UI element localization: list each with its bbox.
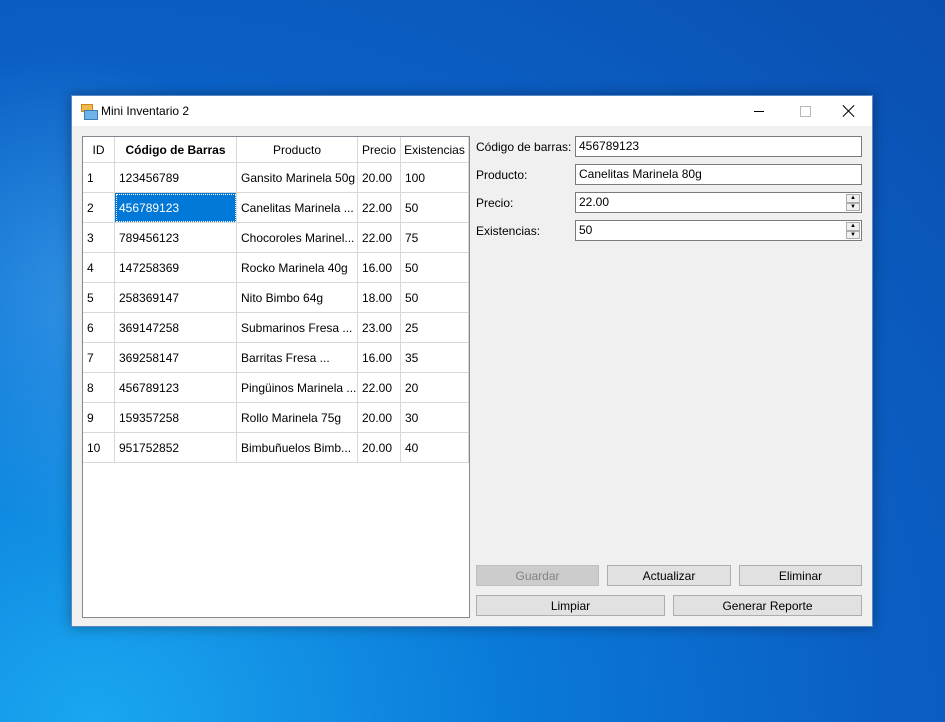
table-row[interactable]: 1 123456789 Gansito Marinela 50g 20.00 100 bbox=[83, 163, 469, 193]
cell-barcode[interactable]: 789456123 bbox=[115, 223, 237, 253]
cell-barcode[interactable]: 456789123 bbox=[115, 373, 237, 403]
cell-barcode[interactable]: 258369147 bbox=[115, 283, 237, 313]
cell-product[interactable]: Chocoroles Marinel... bbox=[237, 223, 358, 253]
table-row[interactable]: 9 159357258 Rollo Marinela 75g 20.00 30 bbox=[83, 403, 469, 433]
product-label: Producto: bbox=[476, 168, 528, 182]
cell-price[interactable]: 18.00 bbox=[358, 283, 401, 313]
table-row[interactable]: 2 456789123 Canelitas Marinela ... 22.00 50 bbox=[83, 193, 469, 223]
cell-id[interactable]: 5 bbox=[83, 283, 115, 313]
app-window: Mini Inventario 2 ID Código de Barras Pr… bbox=[71, 95, 873, 627]
header-id[interactable]: ID bbox=[83, 137, 115, 163]
delete-button[interactable]: Eliminar bbox=[739, 565, 862, 586]
cell-barcode[interactable]: 369147258 bbox=[115, 313, 237, 343]
table-row[interactable]: 10 951752852 Bimbuñuelos Bimb... 20.00 40 bbox=[83, 433, 469, 463]
cell-product[interactable]: Submarinos Fresa ... bbox=[237, 313, 358, 343]
save-button[interactable]: Guardar bbox=[476, 565, 599, 586]
cell-barcode[interactable]: 951752852 bbox=[115, 433, 237, 463]
header-product[interactable]: Producto bbox=[237, 137, 358, 163]
maximize-icon bbox=[799, 105, 811, 117]
cell-id[interactable]: 2 bbox=[83, 193, 115, 223]
cell-id[interactable]: 7 bbox=[83, 343, 115, 373]
stock-stepper[interactable]: 50 ▲ ▼ bbox=[575, 220, 862, 241]
cell-price[interactable]: 22.00 bbox=[358, 193, 401, 223]
cell-barcode[interactable]: 159357258 bbox=[115, 403, 237, 433]
cell-price[interactable]: 22.00 bbox=[358, 373, 401, 403]
report-button[interactable]: Generar Reporte bbox=[673, 595, 862, 616]
price-value: 22.00 bbox=[579, 195, 610, 209]
cell-barcode[interactable]: 369258147 bbox=[115, 343, 237, 373]
maximize-button[interactable] bbox=[782, 96, 828, 126]
title-bar[interactable]: Mini Inventario 2 bbox=[72, 96, 872, 126]
cell-id[interactable]: 8 bbox=[83, 373, 115, 403]
price-spin[interactable]: ▲ ▼ bbox=[846, 194, 860, 211]
header-stock[interactable]: Existencias bbox=[401, 137, 469, 163]
cell-product[interactable]: Bimbuñuelos Bimb... bbox=[237, 433, 358, 463]
cell-product[interactable]: Pingüinos Marinela ... bbox=[237, 373, 358, 403]
cell-barcode[interactable]: 456789123 bbox=[115, 193, 237, 223]
cell-id[interactable]: 10 bbox=[83, 433, 115, 463]
cell-stock[interactable]: 40 bbox=[401, 433, 469, 463]
header-price[interactable]: Precio bbox=[358, 137, 401, 163]
spin-down-icon[interactable]: ▼ bbox=[846, 230, 860, 239]
clear-button[interactable]: Limpiar bbox=[476, 595, 665, 616]
barcode-input[interactable]: 456789123 bbox=[575, 136, 862, 157]
cell-id[interactable]: 4 bbox=[83, 253, 115, 283]
cell-stock[interactable]: 100 bbox=[401, 163, 469, 193]
cell-id[interactable]: 6 bbox=[83, 313, 115, 343]
spin-down-icon[interactable]: ▼ bbox=[846, 202, 860, 211]
cell-product[interactable]: Gansito Marinela 50g bbox=[237, 163, 358, 193]
minimize-icon bbox=[754, 110, 764, 112]
cell-price[interactable]: 20.00 bbox=[358, 403, 401, 433]
table-row[interactable]: 7 369258147 Barritas Fresa ... 16.00 35 bbox=[83, 343, 469, 373]
grid-header: ID Código de Barras Producto Precio Exis… bbox=[83, 137, 469, 163]
cell-price[interactable]: 22.00 bbox=[358, 223, 401, 253]
stock-value: 50 bbox=[579, 223, 593, 237]
cell-barcode[interactable]: 147258369 bbox=[115, 253, 237, 283]
table-row[interactable]: 4 147258369 Rocko Marinela 40g 16.00 50 bbox=[83, 253, 469, 283]
table-row[interactable]: 8 456789123 Pingüinos Marinela ... 22.00 20 bbox=[83, 373, 469, 403]
cell-id[interactable]: 9 bbox=[83, 403, 115, 433]
product-input[interactable]: Canelitas Marinela 80g bbox=[575, 164, 862, 185]
cell-price[interactable]: 16.00 bbox=[358, 343, 401, 373]
price-label: Precio: bbox=[476, 196, 514, 210]
cell-product[interactable]: Rocko Marinela 40g bbox=[237, 253, 358, 283]
header-barcode[interactable]: Código de Barras bbox=[115, 137, 237, 163]
cell-id[interactable]: 3 bbox=[83, 223, 115, 253]
cell-product[interactable]: Rollo Marinela 75g bbox=[237, 403, 358, 433]
window-title: Mini Inventario 2 bbox=[101, 104, 190, 118]
close-button[interactable] bbox=[826, 96, 872, 126]
cell-stock[interactable]: 50 bbox=[401, 193, 469, 223]
cell-stock[interactable]: 25 bbox=[401, 313, 469, 343]
stock-spin[interactable]: ▲ ▼ bbox=[846, 222, 860, 239]
cell-price[interactable]: 23.00 bbox=[358, 313, 401, 343]
barcode-label: Código de barras: bbox=[476, 140, 572, 154]
cell-stock[interactable]: 75 bbox=[401, 223, 469, 253]
inventory-grid[interactable]: ID Código de Barras Producto Precio Exis… bbox=[82, 136, 470, 618]
cell-price[interactable]: 20.00 bbox=[358, 433, 401, 463]
cell-stock[interactable]: 50 bbox=[401, 283, 469, 313]
app-icon bbox=[81, 104, 98, 120]
update-button[interactable]: Actualizar bbox=[607, 565, 731, 586]
stock-label: Existencias: bbox=[476, 224, 541, 238]
cell-product[interactable]: Canelitas Marinela ... bbox=[237, 193, 358, 223]
spin-up-icon[interactable]: ▲ bbox=[846, 194, 860, 203]
cell-product[interactable]: Barritas Fresa ... bbox=[237, 343, 358, 373]
cell-product[interactable]: Nito Bimbo 64g bbox=[237, 283, 358, 313]
cell-price[interactable]: 16.00 bbox=[358, 253, 401, 283]
table-row[interactable]: 3 789456123 Chocoroles Marinel... 22.00 75 bbox=[83, 223, 469, 253]
cell-price[interactable]: 20.00 bbox=[358, 163, 401, 193]
cell-stock[interactable]: 35 bbox=[401, 343, 469, 373]
cell-stock[interactable]: 20 bbox=[401, 373, 469, 403]
cell-stock[interactable]: 30 bbox=[401, 403, 469, 433]
table-row[interactable]: 5 258369147 Nito Bimbo 64g 18.00 50 bbox=[83, 283, 469, 313]
cell-id[interactable]: 1 bbox=[83, 163, 115, 193]
spin-up-icon[interactable]: ▲ bbox=[846, 222, 860, 231]
minimize-button[interactable] bbox=[736, 96, 782, 126]
cell-barcode[interactable]: 123456789 bbox=[115, 163, 237, 193]
cell-stock[interactable]: 50 bbox=[401, 253, 469, 283]
price-stepper[interactable]: 22.00 ▲ ▼ bbox=[575, 192, 862, 213]
close-icon bbox=[843, 105, 855, 117]
table-row[interactable]: 6 369147258 Submarinos Fresa ... 23.00 25 bbox=[83, 313, 469, 343]
